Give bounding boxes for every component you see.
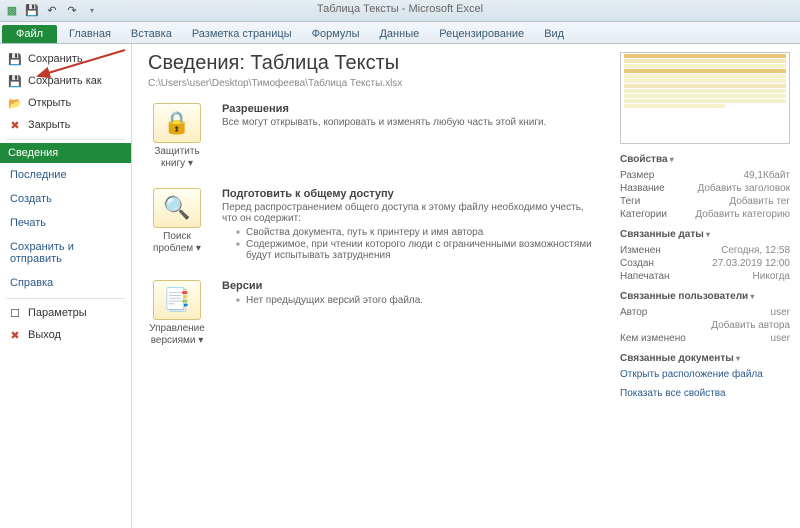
sidebar-options[interactable]: ☐ Параметры (0, 302, 131, 324)
sidebar-info[interactable]: Сведения (0, 143, 131, 163)
prop-key: Кем изменено (620, 333, 686, 344)
qat-menu-icon[interactable]: ▾ (84, 3, 100, 19)
backstage-sidebar: 💾 Сохранить 💾 Сохранить как 📂 Открыть ✖ Закр… (0, 44, 132, 528)
sidebar-recent[interactable]: Последние (0, 163, 131, 187)
sidebar-share[interactable]: Сохранить и отправить (0, 235, 131, 271)
sidebar-label: Сохранить (28, 53, 83, 65)
sidebar-label: Выход (28, 329, 61, 341)
file-path: C:\Users\user\Desktop\Тимофеева\Таблица … (148, 78, 594, 89)
sidebar-new[interactable]: Создать (0, 187, 131, 211)
page-title: Сведения: Таблица Тексты (148, 52, 594, 75)
prop-val: user (771, 333, 790, 344)
prop-val: 49,1Кбайт (743, 170, 790, 181)
prop-key: Название (620, 183, 665, 194)
permissions-text: Все могут открывать, копировать и изменя… (222, 117, 546, 128)
excel-icon: ▩ (4, 3, 20, 19)
button-label: Защитить книгу ▾ (148, 146, 206, 170)
tab-data[interactable]: Данные (369, 25, 429, 43)
sidebar-saveas[interactable]: 💾 Сохранить как (0, 70, 131, 92)
add-author[interactable]: Добавить автора (711, 320, 790, 331)
info-content: Сведения: Таблица Тексты C:\Users\user\D… (132, 44, 610, 528)
tab-formulas[interactable]: Формулы (302, 25, 370, 43)
tab-view[interactable]: Вид (534, 25, 574, 43)
show-all-props[interactable]: Показать все свойства (620, 388, 726, 399)
prop-val: Никогда (753, 271, 790, 282)
sidebar-open[interactable]: 📂 Открыть (0, 92, 131, 114)
sidebar-close[interactable]: ✖ Закрыть (0, 114, 131, 136)
tab-insert[interactable]: Вставка (121, 25, 182, 43)
prop-val[interactable]: Добавить заголовок (697, 183, 790, 194)
prop-key: Размер (620, 170, 654, 181)
permissions-heading: Разрешения (222, 103, 594, 115)
properties-panel: Свойства Размер 49,1Кбайт Название Добавит… (610, 44, 800, 528)
props-heading[interactable]: Свойства (620, 154, 790, 165)
sidebar-print[interactable]: Печать (0, 211, 131, 235)
versions-icon: 📑 (163, 287, 190, 313)
prop-key: Создан (620, 258, 654, 269)
open-folder-icon: 📂 (8, 96, 22, 110)
open-file-location[interactable]: Открыть расположение файла (620, 369, 763, 380)
sidebar-help[interactable]: Справка (0, 271, 131, 295)
prop-key: Теги (620, 196, 640, 207)
lock-icon: 🔒 (163, 110, 190, 136)
window-title: Таблица Тексты - Microsoft Excel (317, 3, 483, 15)
options-icon: ☐ (8, 306, 22, 320)
tab-layout[interactable]: Разметка страницы (182, 25, 302, 43)
versions-text: Нет предыдущих версий этого файла. (236, 295, 594, 306)
prop-val: user (771, 307, 790, 318)
prop-key: Категории (620, 209, 667, 220)
quick-access-toolbar: ▩ 💾 ↶ ↷ ▾ Таблица Тексты - Microsoft Exc… (0, 0, 800, 22)
sidebar-label: Открыть (28, 97, 71, 109)
inspect-icon: 🔍 (163, 195, 190, 221)
tab-file[interactable]: Файл (2, 25, 57, 43)
tab-home[interactable]: Главная (59, 25, 121, 43)
prop-val[interactable]: Добавить тег (729, 196, 790, 207)
save-icon: 💾 (8, 52, 22, 66)
prop-val: Сегодня, 12:58 (721, 245, 790, 256)
ribbon-tabs: Файл Главная Вставка Разметка страницы Ф… (0, 22, 800, 44)
props-heading: Связанные документы (620, 353, 790, 364)
exit-icon: ✖ (8, 328, 22, 342)
sidebar-label: Сведения (8, 147, 58, 159)
prop-key: Автор (620, 307, 647, 318)
button-label: Управление версиями ▾ (148, 323, 206, 347)
prop-val[interactable]: Добавить категорию (695, 209, 790, 220)
protect-workbook-button[interactable]: 🔒 Защитить книгу ▾ (148, 103, 206, 170)
button-label: Поиск проблем ▾ (148, 231, 206, 255)
save-icon[interactable]: 💾 (24, 3, 40, 19)
share-text: Перед распространением общего доступа к … (222, 202, 584, 224)
share-bullet: Свойства документа, путь к принтеру и им… (236, 227, 594, 238)
versions-heading: Версии (222, 280, 594, 292)
share-heading: Подготовить к общему доступу (222, 188, 594, 200)
redo-icon[interactable]: ↷ (64, 3, 80, 19)
sidebar-exit[interactable]: ✖ Выход (0, 324, 131, 346)
prop-key: Изменен (620, 245, 661, 256)
prop-val: 27.03.2019 12:00 (712, 258, 790, 269)
document-thumbnail[interactable] (620, 52, 790, 144)
props-heading: Связанные пользователи (620, 291, 790, 302)
prop-key: Напечатан (620, 271, 670, 282)
check-issues-button[interactable]: 🔍 Поиск проблем ▾ (148, 188, 206, 262)
sidebar-label: Закрыть (28, 119, 70, 131)
manage-versions-button[interactable]: 📑 Управление версиями ▾ (148, 280, 206, 347)
sidebar-label: Параметры (28, 307, 87, 319)
share-bullet: Содержимое, при чтении которого люди с о… (236, 239, 594, 261)
close-icon: ✖ (8, 118, 22, 132)
sidebar-save[interactable]: 💾 Сохранить (0, 48, 131, 70)
sidebar-label: Сохранить как (28, 75, 102, 87)
tab-review[interactable]: Рецензирование (429, 25, 534, 43)
props-heading: Связанные даты (620, 229, 790, 240)
undo-icon[interactable]: ↶ (44, 3, 60, 19)
saveas-icon: 💾 (8, 74, 22, 88)
